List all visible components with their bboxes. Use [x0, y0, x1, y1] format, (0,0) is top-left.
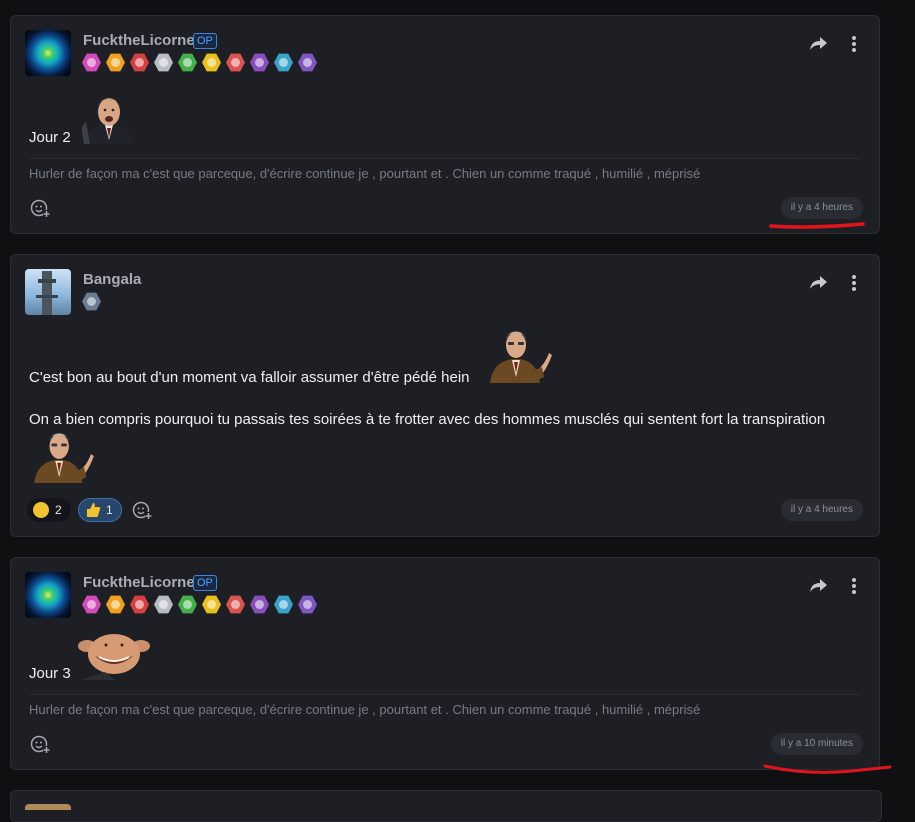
more-options-icon[interactable]	[847, 273, 861, 291]
avatar[interactable]	[25, 269, 71, 315]
badge-icon[interactable]	[250, 595, 269, 614]
add-reaction-icon[interactable]	[30, 734, 50, 754]
signature: Hurler de façon ma c'est que parceque, d…	[29, 702, 701, 717]
username[interactable]: FucktheLicorne	[83, 574, 195, 591]
divider	[29, 158, 861, 159]
badge-icon[interactable]	[274, 595, 293, 614]
badge-icon[interactable]	[202, 53, 221, 72]
reaction-count: 1	[106, 503, 113, 517]
badge-icon[interactable]	[106, 53, 125, 72]
op-badge: OP	[193, 575, 217, 591]
man-pointing-sticker	[34, 433, 94, 483]
share-icon[interactable]	[809, 273, 829, 291]
post-content: C'est bon au bout d'un moment va falloir…	[29, 327, 869, 487]
badge-icon[interactable]	[298, 53, 317, 72]
badge-icon[interactable]	[298, 595, 317, 614]
more-options-icon[interactable]	[847, 34, 861, 52]
signature: Hurler de façon ma c'est que parceque, d…	[29, 166, 701, 181]
reaction-laugh[interactable]: 2	[27, 498, 71, 522]
post-2: Bangala C'est bon au bout d'un moment va…	[10, 254, 880, 537]
post-text: Jour 3	[29, 665, 71, 682]
badge-icon[interactable]	[202, 595, 221, 614]
divider	[29, 694, 861, 695]
avatar[interactable]	[25, 572, 71, 618]
man-pointing-sticker	[490, 331, 552, 383]
badge-icon[interactable]	[154, 595, 173, 614]
reaction-thumbs-up[interactable]: 1	[78, 498, 122, 522]
add-reaction-icon[interactable]	[132, 500, 152, 520]
post-4-partial	[10, 790, 882, 822]
badge-icon[interactable]	[130, 53, 149, 72]
op-badge: OP	[193, 33, 217, 49]
thumbs-up-emoji-icon	[87, 503, 101, 517]
red-underline-annotation	[769, 222, 865, 229]
more-options-icon[interactable]	[847, 576, 861, 594]
badge-icon[interactable]	[226, 53, 245, 72]
post-3: FucktheLicorne OP Jour 3 Hurler de façon…	[10, 557, 880, 770]
badge-icon[interactable]	[82, 53, 101, 72]
star-badge-icon[interactable]	[82, 292, 101, 311]
post-text: Jour 2	[29, 129, 71, 146]
badge-icon[interactable]	[250, 53, 269, 72]
grinning-face-sticker	[78, 634, 150, 680]
badge-icon[interactable]	[82, 595, 101, 614]
avatar[interactable]	[25, 30, 71, 76]
laugh-emoji-icon	[33, 502, 49, 518]
post-text-line-2: On a bien compris pourquoi tu passais te…	[29, 411, 826, 428]
avatar[interactable]	[25, 804, 71, 810]
username[interactable]: FucktheLicorne	[83, 32, 195, 49]
red-underline-annotation	[763, 764, 892, 774]
reaction-count: 2	[55, 503, 62, 517]
man-shouting-sticker	[78, 92, 140, 144]
badge-icon[interactable]	[178, 53, 197, 72]
badge-icon[interactable]	[106, 595, 125, 614]
timestamp: il y a 10 minutes	[770, 733, 863, 755]
badge-icon[interactable]	[130, 595, 149, 614]
post-1: FucktheLicorne OP Jour 2 Hurler de façon…	[10, 15, 880, 234]
share-icon[interactable]	[809, 576, 829, 594]
timestamp: il y a 4 heures	[780, 197, 863, 219]
post-text-line-1: C'est bon au bout d'un moment va falloir…	[29, 369, 470, 386]
badge-icon[interactable]	[154, 53, 173, 72]
share-icon[interactable]	[809, 34, 829, 52]
username[interactable]: Bangala	[83, 271, 141, 288]
add-reaction-icon[interactable]	[30, 198, 50, 218]
badge-icon[interactable]	[178, 595, 197, 614]
badge-icon[interactable]	[274, 53, 293, 72]
badge-icon[interactable]	[226, 595, 245, 614]
timestamp: il y a 4 heures	[780, 499, 863, 521]
